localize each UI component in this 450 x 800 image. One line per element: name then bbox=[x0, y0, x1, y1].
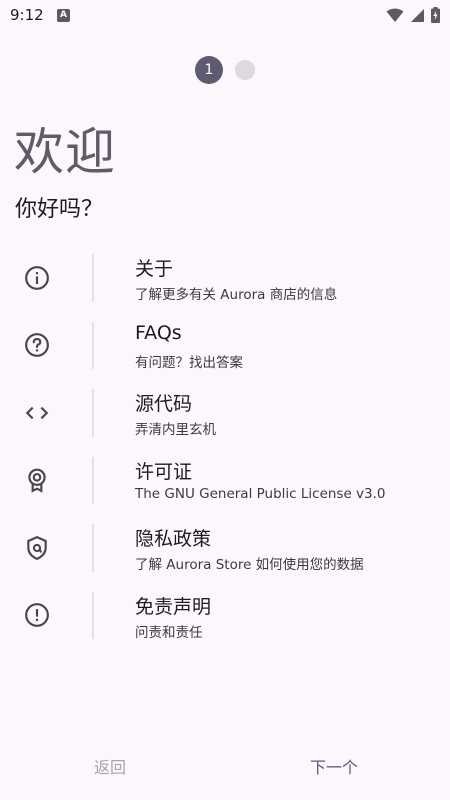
privacy-icon bbox=[24, 535, 50, 561]
status-time: 9:12 bbox=[10, 6, 44, 24]
item-subtitle: 了解 Aurora Store 如何使用您的数据 bbox=[135, 557, 364, 573]
battery-icon bbox=[431, 7, 440, 23]
item-title: 隐私政策 bbox=[135, 528, 212, 550]
list-item-faqs[interactable]: FAQs 有问题？找出答案 bbox=[0, 312, 450, 380]
signal-icon bbox=[411, 8, 424, 22]
item-title: 关于 bbox=[135, 258, 174, 280]
item-subtitle: 了解更多有关 Aurora 商店的信息 bbox=[135, 287, 338, 303]
divider bbox=[92, 321, 94, 369]
list-item-license[interactable]: 许可证 The GNU General Public License v3.0 bbox=[0, 447, 450, 515]
item-subtitle: 弄清内里玄机 bbox=[135, 422, 216, 438]
page-dot-active: 1 bbox=[195, 56, 223, 84]
item-subtitle: 问责和责任 bbox=[135, 624, 203, 641]
page-dot-inactive bbox=[235, 60, 255, 80]
back-button[interactable]: 返回 bbox=[94, 754, 126, 778]
item-title: FAQs bbox=[135, 321, 182, 344]
page-subtitle: 你好吗？ bbox=[15, 197, 104, 222]
item-title: 源代码 bbox=[135, 393, 193, 415]
divider bbox=[92, 456, 94, 504]
divider bbox=[92, 254, 94, 302]
info-icon bbox=[24, 265, 50, 291]
item-title: 许可证 bbox=[135, 460, 193, 483]
divider bbox=[92, 389, 94, 437]
divider bbox=[92, 524, 94, 572]
page-title: 欢迎 bbox=[14, 123, 116, 181]
wifi-icon bbox=[386, 8, 404, 22]
list-item-disclaimer[interactable]: 免责声明 问责和责任 bbox=[0, 582, 450, 650]
item-title: 免责声明 bbox=[135, 595, 212, 618]
status-bar: 9:12 A bbox=[0, 0, 450, 32]
notification-a-icon: A bbox=[57, 9, 70, 22]
warning-icon bbox=[24, 602, 50, 628]
next-button[interactable]: 下一个 bbox=[310, 754, 358, 778]
help-icon bbox=[24, 332, 50, 358]
link-list: 关于 了解更多有关 Aurora 商店的信息 FAQs 有问题？找出答案 源代码… bbox=[0, 244, 450, 649]
item-subtitle: The GNU General Public License v3.0 bbox=[135, 485, 386, 502]
page-indicator: 1 bbox=[0, 56, 450, 84]
list-item-privacy-policy[interactable]: 隐私政策 了解 Aurora Store 如何使用您的数据 bbox=[0, 514, 450, 582]
code-icon bbox=[24, 400, 50, 426]
bottom-navigation: 返回 下一个 bbox=[0, 750, 450, 782]
list-item-about[interactable]: 关于 了解更多有关 Aurora 商店的信息 bbox=[0, 244, 450, 312]
status-icons bbox=[386, 7, 440, 23]
license-icon bbox=[24, 467, 50, 493]
divider bbox=[92, 591, 94, 639]
list-item-source-code[interactable]: 源代码 弄清内里玄机 bbox=[0, 379, 450, 447]
item-subtitle: 有问题？找出答案 bbox=[135, 354, 243, 371]
